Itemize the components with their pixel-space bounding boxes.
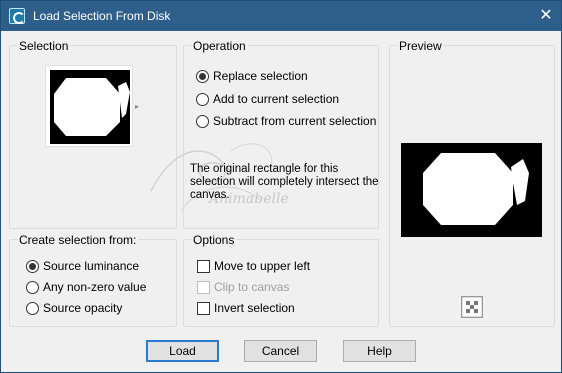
checkerboard-glyph (461, 296, 483, 318)
preview-image (401, 143, 542, 237)
radio-indicator (196, 69, 209, 83)
radio-label: Any non-zero value (43, 280, 147, 294)
radio-label: Replace selection (213, 69, 308, 83)
checkbox-indicator (197, 259, 210, 273)
radio-indicator (196, 92, 209, 106)
radio-label: Source luminance (43, 259, 140, 273)
invert-selection-checkbox[interactable]: Invert selection (197, 299, 295, 317)
operation-group-label: Operation (191, 39, 248, 53)
clip-to-canvas-checkbox: Clip to canvas (197, 278, 289, 296)
close-icon[interactable]: ✕ (533, 3, 559, 29)
radio-indicator (26, 301, 39, 315)
operation-description: The original rectangle for this selectio… (190, 163, 379, 201)
window-title: Load Selection From Disk (33, 9, 171, 23)
cancel-button[interactable]: Cancel (244, 340, 317, 362)
help-button[interactable]: Help (343, 340, 416, 362)
subtract-selection-radio[interactable]: Subtract from current selection (196, 112, 376, 130)
checkbox-indicator (197, 280, 210, 294)
selection-thumbnail-image (50, 70, 130, 144)
checkbox-indicator (197, 301, 210, 315)
checkbox-label: Move to upper left (214, 259, 311, 273)
radio-indicator (26, 280, 39, 294)
add-selection-radio[interactable]: Add to current selection (196, 90, 339, 108)
radio-label: Subtract from current selection (213, 114, 377, 128)
checkerboard-icon[interactable] (461, 296, 483, 318)
radio-label: Add to current selection (213, 92, 340, 106)
title-bar[interactable]: Load Selection From Disk ✕ (1, 1, 561, 31)
source-opacity-radio[interactable]: Source opacity (26, 299, 122, 317)
any-nonzero-radio[interactable]: Any non-zero value (26, 278, 146, 296)
scroll-arrow-icon: ▸ (135, 102, 140, 111)
preview-shape (423, 153, 529, 225)
selection-disk-icon (9, 8, 25, 24)
source-luminance-radio[interactable]: Source luminance (26, 257, 139, 275)
load-button[interactable]: Load (146, 340, 219, 362)
selection-thumbnail[interactable] (45, 65, 133, 147)
move-upper-left-checkbox[interactable]: Move to upper left (197, 257, 310, 275)
replace-selection-radio[interactable]: Replace selection (196, 67, 308, 85)
radio-indicator (26, 259, 39, 273)
checkbox-label: Invert selection (214, 301, 295, 315)
create-selection-group-label: Create selection from: (17, 233, 139, 247)
checkbox-label: Clip to canvas (214, 280, 290, 294)
radio-indicator (196, 114, 209, 128)
dialog-window: Load Selection From Disk ✕ Selection ▸ O… (0, 0, 562, 373)
radio-label: Source opacity (43, 301, 123, 315)
preview-group-label: Preview (397, 39, 444, 53)
selection-group-label: Selection (17, 39, 71, 53)
options-group-label: Options (191, 233, 237, 247)
